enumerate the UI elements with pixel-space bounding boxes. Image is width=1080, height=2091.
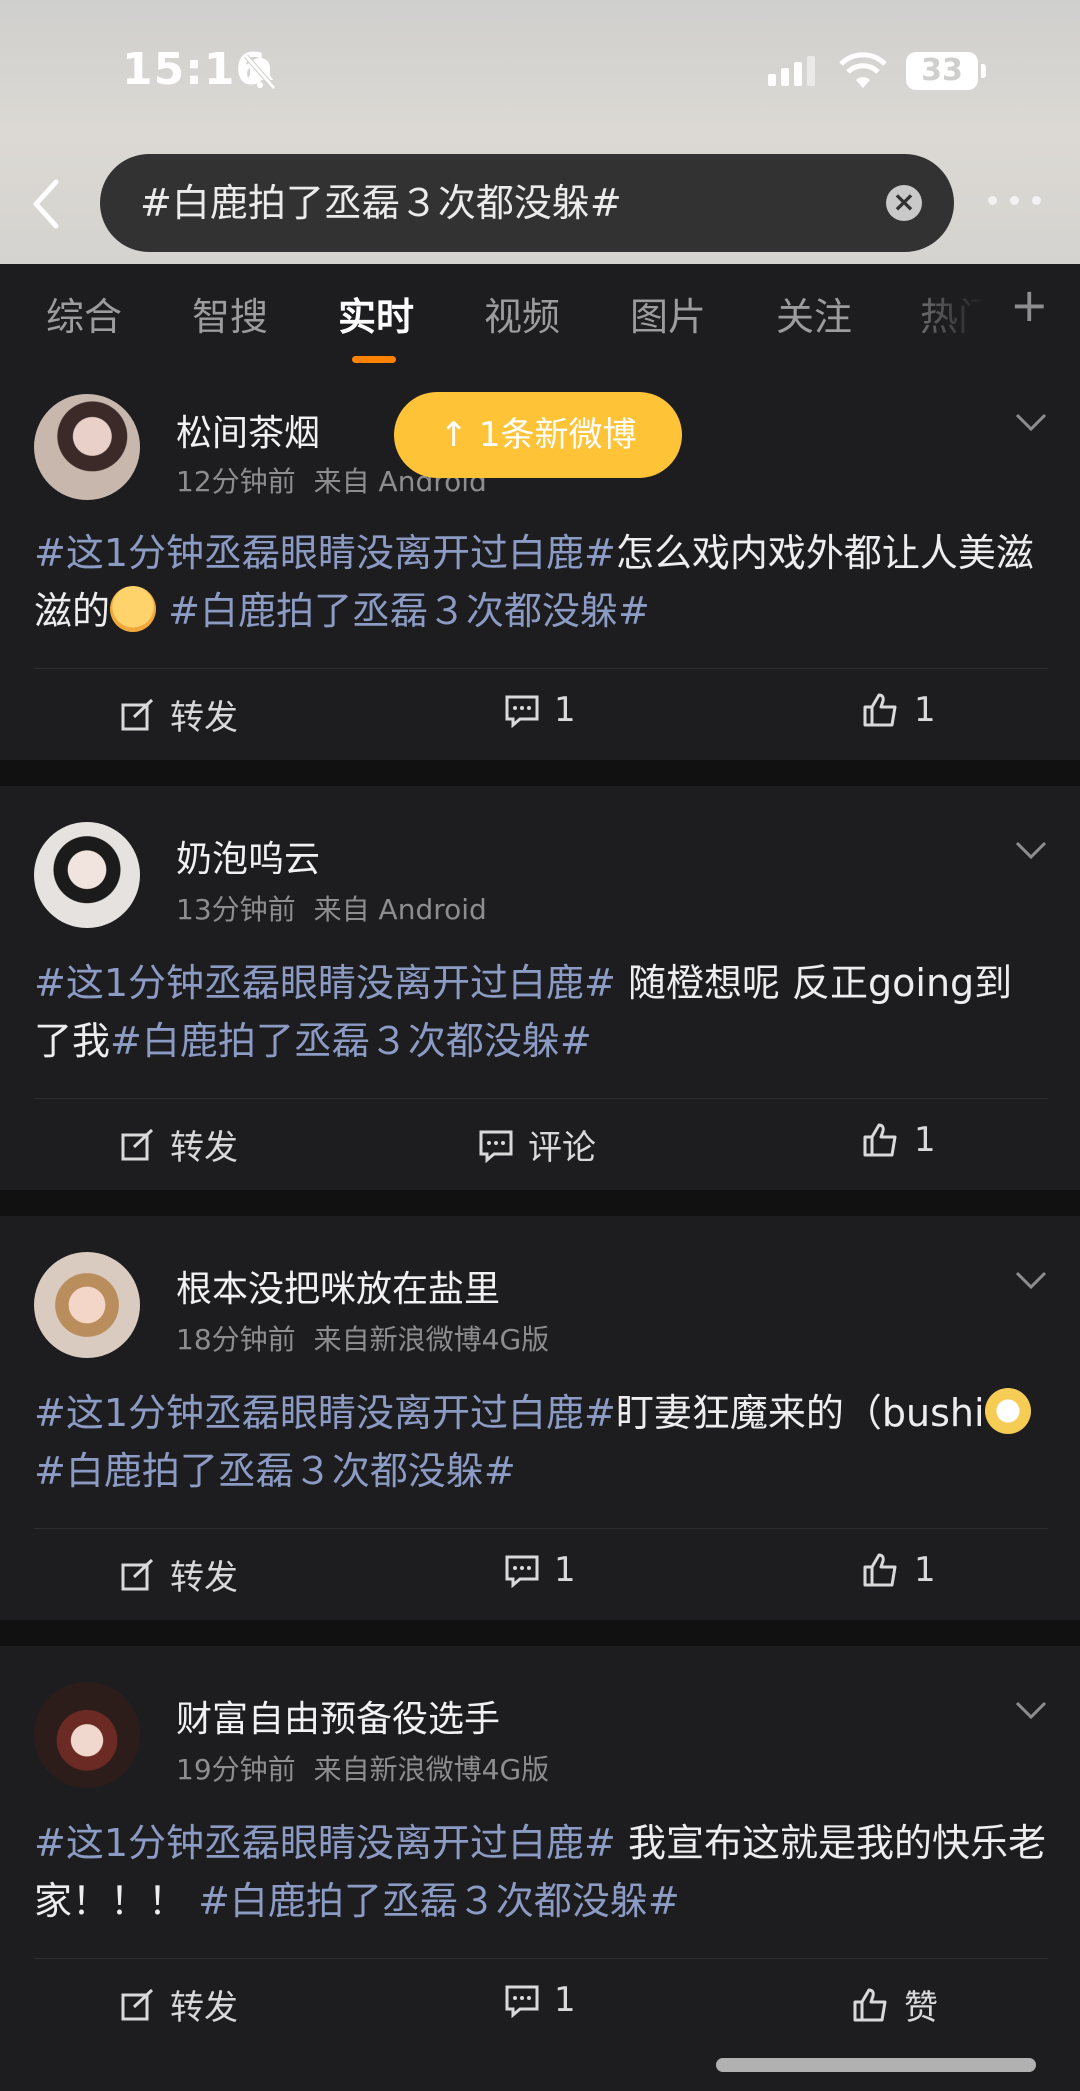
tab-realtime[interactable]: 实时 [338, 286, 414, 341]
avatar[interactable] [34, 1682, 140, 1788]
feed-post: 奶泡呜云 13分钟前 来自 Android #这1分钟丞磊眼睛没离开过白鹿# 随橙… [0, 786, 1080, 1190]
comment-icon [505, 1555, 539, 1588]
post-time: 19分钟前 [176, 1753, 296, 1786]
tab-bar: 综合 智搜 实时 视频 图片 关注 热门 + [0, 264, 1080, 368]
topic-link[interactable]: #这1分钟丞磊眼睛没离开过白鹿# [34, 1821, 616, 1865]
feed-post: 根本没把咪放在盐里 18分钟前 来自新浪微博4G版 #这1分钟丞磊眼睛没离开过白鹿… [0, 1216, 1080, 1620]
tab-following[interactable]: 关注 [776, 286, 852, 341]
comment-button[interactable]: 1 [504, 690, 576, 730]
like-button[interactable]: 1 [862, 690, 936, 730]
emoji-icon [110, 586, 157, 632]
post-content[interactable]: #这1分钟丞磊眼睛没离开过白鹿#盯妻狂魔来的（bushi #白鹿拍了丞磊３次都没躲… [34, 1384, 1048, 1500]
comment-label: 评论 [528, 1128, 596, 1168]
tab-images[interactable]: 图片 [630, 286, 706, 341]
topic-link[interactable]: #白鹿拍了丞磊３次都没躲# [110, 1019, 592, 1063]
post-source: 来自 Android [313, 893, 487, 926]
comment-count: 1 [554, 1980, 576, 2020]
avatar[interactable] [34, 394, 140, 500]
comment-count: 1 [554, 690, 576, 730]
like-label: 赞 [904, 1988, 938, 2028]
repost-button[interactable]: 转发 [120, 1980, 238, 2029]
like-button[interactable]: 1 [862, 1120, 936, 1160]
topic-link[interactable]: #白鹿拍了丞磊３次都没躲# [198, 1879, 680, 1923]
post-content[interactable]: #这1分钟丞磊眼睛没离开过白鹿#怎么戏内戏外都让人美滋滋的 #白鹿拍了丞磊３次都… [34, 524, 1048, 640]
topic-link[interactable]: #这1分钟丞磊眼睛没离开过白鹿# [34, 531, 616, 575]
repost-icon [121, 1128, 154, 1160]
thumbs-up-icon [863, 1553, 897, 1587]
repost-button[interactable]: 转发 [120, 690, 238, 739]
post-source: 来自新浪微博4G版 [313, 1753, 550, 1786]
chevron-down-icon[interactable] [1014, 840, 1048, 860]
comment-count: 1 [554, 1550, 576, 1590]
like-button[interactable]: 1 [862, 1550, 936, 1590]
post-time: 13分钟前 [176, 893, 296, 926]
user-name[interactable]: 根本没把咪放在盐里 [176, 1260, 500, 1312]
topic-link[interactable]: #白鹿拍了丞磊３次都没躲# [168, 589, 650, 633]
comment-button[interactable]: 1 [504, 1550, 576, 1590]
emoji-icon [984, 1388, 1031, 1434]
comment-button[interactable]: 1 [504, 1980, 576, 2020]
post-meta: 19分钟前 来自新浪微博4G版 [176, 1748, 567, 1788]
repost-label: 转发 [170, 1128, 238, 1168]
repost-icon [121, 698, 154, 730]
battery-indicator: 33 [906, 52, 986, 90]
user-name[interactable]: 松间茶烟 [176, 404, 320, 456]
post-text: 盯妻狂魔来的（bushi [615, 1391, 985, 1435]
thumbs-up-icon [853, 1988, 887, 2021]
repost-icon [121, 1988, 154, 2020]
comment-icon [505, 1985, 539, 2018]
chevron-down-icon[interactable] [1014, 1700, 1048, 1720]
user-name[interactable]: 财富自由预备役选手 [176, 1690, 500, 1742]
comment-button[interactable]: 评论 [478, 1120, 596, 1169]
post-content[interactable]: #这1分钟丞磊眼睛没离开过白鹿# 我宣布这就是我的快乐老家！！！ #白鹿拍了丞磊… [34, 1814, 1048, 1930]
comment-icon [479, 1130, 513, 1163]
top-header: 15:16 33 #白鹿拍了丞磊３次都没躲# × [0, 0, 1080, 264]
active-tab-indicator [352, 356, 396, 363]
repost-label: 转发 [170, 698, 238, 738]
new-posts-banner[interactable]: ↑ 1条新微博 [394, 392, 682, 478]
repost-label: 转发 [170, 1558, 238, 1598]
thumbs-up-icon [863, 693, 897, 727]
post-source: 来自新浪微博4G版 [313, 1323, 550, 1356]
search-query: #白鹿拍了丞磊３次都没躲# [140, 181, 622, 225]
feed-post: 财富自由预备役选手 19分钟前 来自新浪微博4G版 #这1分钟丞磊眼睛没离开过白鹿… [0, 1646, 1080, 2050]
topic-link[interactable]: #这1分钟丞磊眼睛没离开过白鹿# [34, 961, 616, 1005]
avatar[interactable] [34, 1252, 140, 1358]
chevron-down-icon[interactable] [1014, 1270, 1048, 1290]
post-meta: 13分钟前 来自 Android [176, 888, 505, 928]
back-arrow-icon[interactable] [26, 176, 66, 232]
post-time: 12分钟前 [176, 465, 296, 498]
add-tab-icon[interactable]: + [1010, 278, 1049, 332]
comment-icon [505, 695, 539, 728]
user-name[interactable]: 奶泡呜云 [176, 830, 320, 882]
like-button[interactable]: 赞 [852, 1980, 938, 2029]
search-input[interactable]: #白鹿拍了丞磊３次都没躲# × [100, 154, 954, 252]
tab-smart-search[interactable]: 智搜 [192, 286, 268, 341]
bell-muted-icon [244, 54, 276, 90]
thumbs-up-icon [863, 1123, 897, 1157]
post-content[interactable]: #这1分钟丞磊眼睛没离开过白鹿# 随橙想呢 反正going到了我#白鹿拍了丞磊３… [34, 954, 1048, 1070]
clear-search-icon[interactable]: × [886, 185, 922, 221]
tab-video[interactable]: 视频 [484, 286, 560, 341]
repost-icon [121, 1558, 154, 1590]
chevron-down-icon[interactable] [1014, 412, 1048, 432]
topic-link[interactable]: #白鹿拍了丞磊３次都没躲# [34, 1449, 516, 1493]
post-meta: 18分钟前 来自新浪微博4G版 [176, 1318, 567, 1358]
avatar[interactable] [34, 822, 140, 928]
repost-button[interactable]: 转发 [120, 1550, 238, 1599]
repost-button[interactable]: 转发 [120, 1120, 238, 1169]
home-indicator [716, 2058, 1036, 2072]
topic-link[interactable]: #这1分钟丞磊眼睛没离开过白鹿# [34, 1391, 616, 1435]
like-count: 1 [914, 690, 936, 730]
tab-comprehensive[interactable]: 综合 [46, 286, 122, 341]
wifi-icon [839, 52, 887, 88]
repost-label: 转发 [170, 1988, 238, 2028]
like-count: 1 [914, 1120, 936, 1160]
post-time: 18分钟前 [176, 1323, 296, 1356]
like-count: 1 [914, 1550, 936, 1590]
